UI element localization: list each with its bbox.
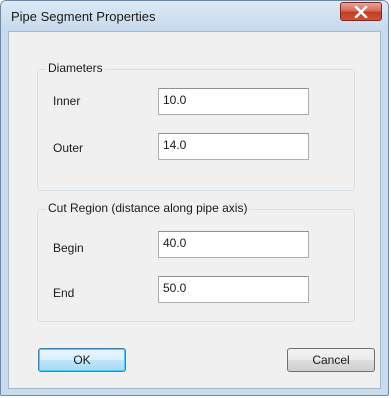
inner-diameter-input[interactable]: 10.0 [158,88,309,115]
close-button[interactable] [340,2,382,21]
pipe-segment-dialog: Pipe Segment Properties Diameters Inner … [0,0,389,396]
inner-label: Inner [53,94,81,108]
cut-region-group: Cut Region (distance along pipe axis) [37,201,355,322]
outer-diameter-input[interactable]: 14.0 [158,133,309,160]
end-label: End [53,286,75,300]
cut-region-group-label: Cut Region (distance along pipe axis) [46,201,250,215]
outer-label: Outer [53,141,84,155]
begin-label: Begin [53,241,84,255]
diameters-group-label: Diameters [46,61,105,75]
ok-button[interactable]: OK [38,348,126,372]
dialog-body: Diameters Inner 10.0 Outer 14.0 Cut Regi… [8,31,381,389]
cut-begin-input[interactable]: 40.0 [158,231,309,258]
cut-end-input[interactable]: 50.0 [158,276,309,303]
close-icon [354,6,368,18]
window-title: Pipe Segment Properties [11,9,156,24]
title-bar[interactable]: Pipe Segment Properties [1,1,388,31]
cancel-button[interactable]: Cancel [287,348,375,372]
